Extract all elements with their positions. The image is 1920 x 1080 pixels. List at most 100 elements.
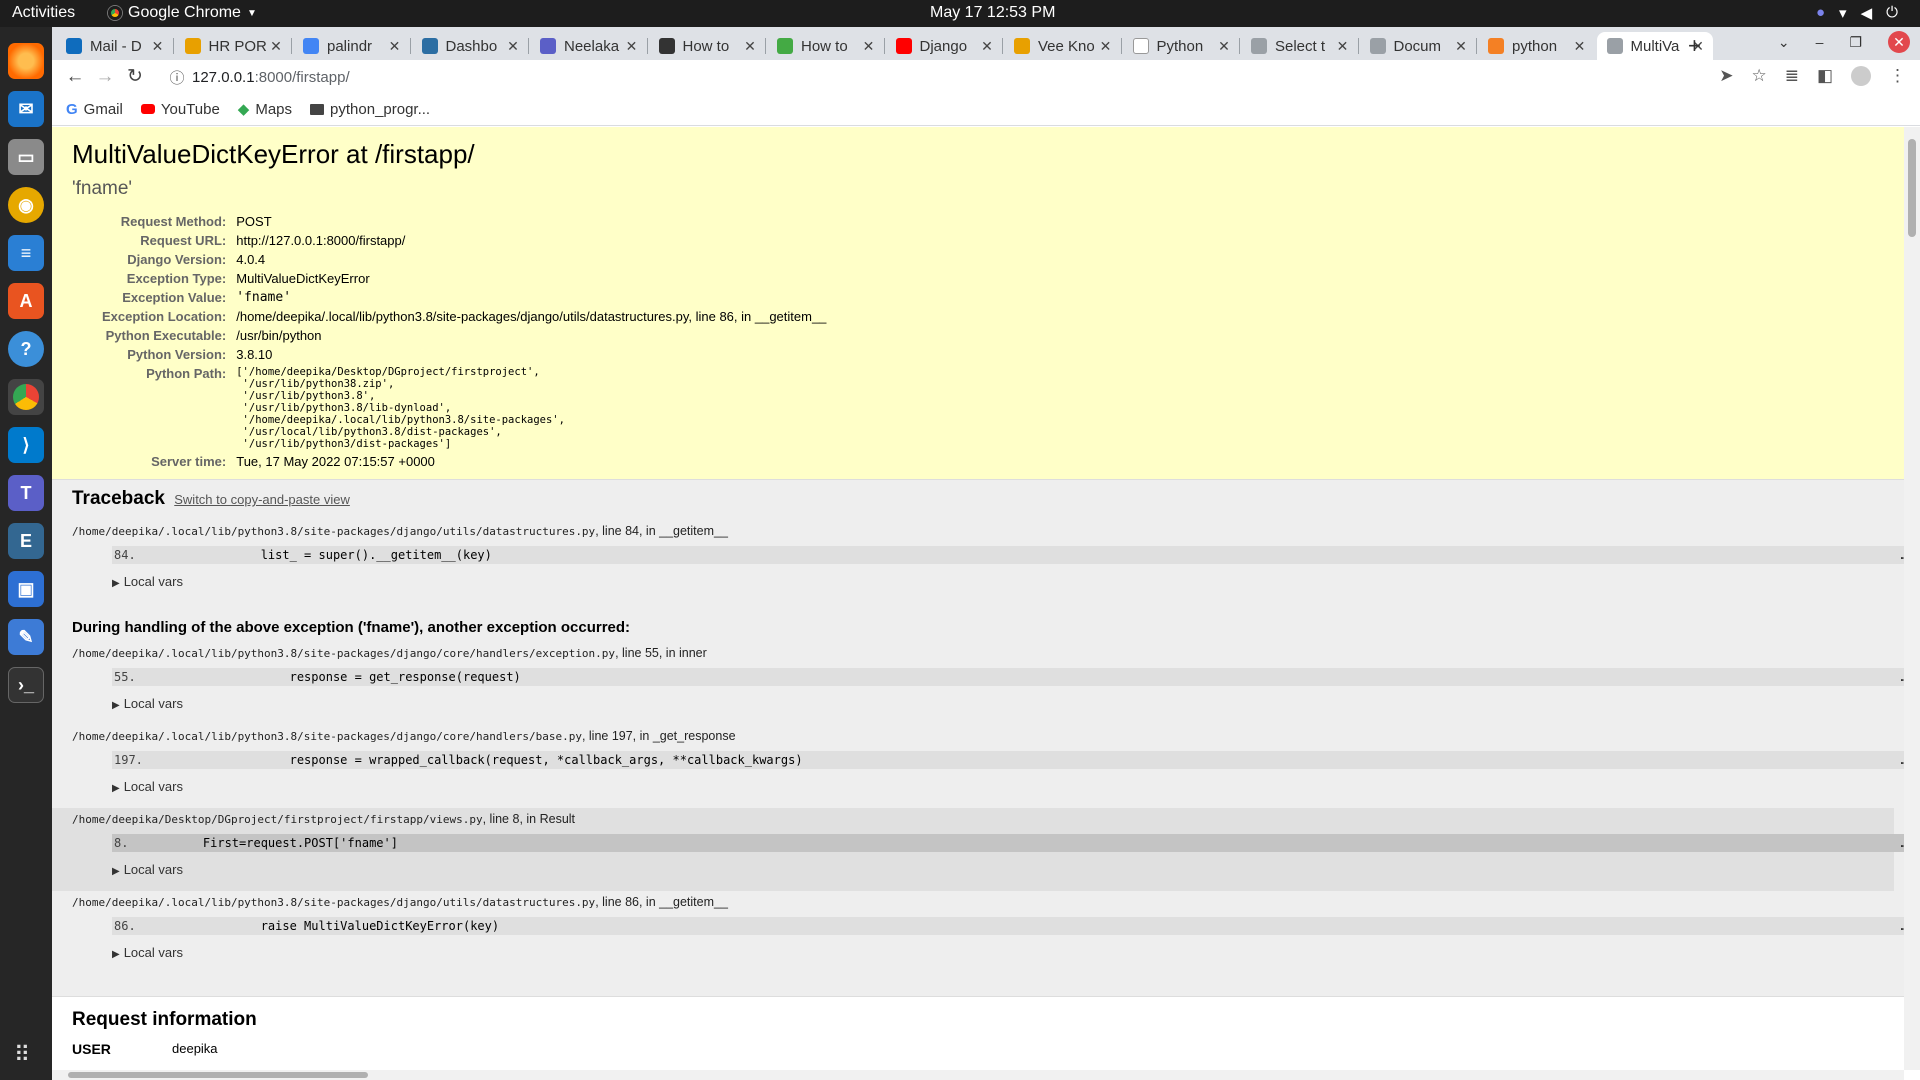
bookmark-gmail[interactable]: G Gmail xyxy=(66,101,123,118)
clock[interactable]: May 17 12:53 PM xyxy=(930,4,1055,22)
media-icon[interactable]: ≣ xyxy=(1785,66,1799,86)
site-info-icon[interactable]: ⓘ xyxy=(162,67,192,88)
bookmark-star-icon[interactable]: ☆ xyxy=(1751,66,1766,86)
bookmark-maps[interactable]: ◆ Maps xyxy=(238,100,292,119)
teams-icon[interactable]: T xyxy=(8,475,44,511)
bookmark-folder-python[interactable]: python_progr... xyxy=(310,101,430,118)
local-vars-toggle[interactable]: ▶ Local vars xyxy=(112,696,1884,711)
context-line[interactable]: 55. response = get_response(request)… xyxy=(112,668,1904,686)
send-icon[interactable]: ➤ xyxy=(1719,66,1733,86)
bookmark-youtube[interactable]: YouTube xyxy=(140,101,220,118)
meta-value: MultiValueDictKeyError xyxy=(236,271,370,286)
local-vars-label: Local vars xyxy=(123,779,183,794)
close-tab-icon[interactable]: ✕ xyxy=(741,38,759,55)
tab[interactable]: How to ✕ xyxy=(767,32,884,60)
traceback-frame: /home/deepika/.local/lib/python3.8/site-… xyxy=(72,891,1904,974)
tab[interactable]: How to ✕ xyxy=(649,32,766,60)
howto-icon xyxy=(777,38,793,54)
tab[interactable]: Neelaka ✕ xyxy=(530,32,647,60)
text-editor-icon[interactable]: ✎ xyxy=(8,619,44,655)
help-icon[interactable]: ? xyxy=(8,331,44,367)
close-tab-icon[interactable]: ✕ xyxy=(1334,38,1352,55)
restore-button[interactable]: ❐ xyxy=(1849,34,1862,51)
scroll-thumb[interactable] xyxy=(68,1072,368,1078)
software-icon[interactable]: A xyxy=(8,283,44,319)
close-tab-icon[interactable]: ✕ xyxy=(860,38,878,55)
expand-context-icon[interactable]: … xyxy=(1892,668,1904,686)
back-button[interactable]: ← xyxy=(60,66,90,88)
google-icon xyxy=(303,38,319,54)
close-tab-icon[interactable]: ✕ xyxy=(504,38,522,55)
system-tray[interactable]: ● ▾ ◀ ⏻ xyxy=(1816,4,1898,22)
rhythmbox-icon[interactable]: ◉ xyxy=(8,187,44,223)
meta-row: Django Version: 4.0.4 xyxy=(102,250,826,269)
thunderbird-icon[interactable]: ✉ xyxy=(8,91,44,127)
close-tab-icon[interactable]: ✕ xyxy=(386,38,404,55)
context-line[interactable]: 84. list_ = super().__getitem__(key)… xyxy=(112,546,1904,564)
chrome-dock-icon[interactable] xyxy=(8,379,44,415)
tab[interactable]: HR POR ✕ xyxy=(175,32,292,60)
url-host: 127.0.0.1 xyxy=(192,68,255,86)
tab[interactable]: Mail - D ✕ xyxy=(56,32,173,60)
close-tab-icon[interactable]: ✕ xyxy=(1097,38,1115,55)
tab[interactable]: Django ✕ xyxy=(886,32,1003,60)
close-window-button[interactable]: ✕ xyxy=(1888,31,1910,53)
tab[interactable]: Dashbo ✕ xyxy=(412,32,529,60)
horizontal-scrollbar[interactable] xyxy=(52,1070,1904,1080)
context-line[interactable]: 8. First=request.POST['fname']… xyxy=(112,834,1904,852)
frame-where: , line 197, in _get_response xyxy=(581,729,736,743)
frame-file: /home/deepika/.local/lib/python3.8/site-… xyxy=(72,730,582,743)
request-info-title: Request information xyxy=(72,1009,257,1030)
switch-view-link[interactable]: Switch to copy-and-paste view xyxy=(174,492,350,507)
local-vars-label: Local vars xyxy=(123,574,183,589)
minimize-button[interactable]: – xyxy=(1816,34,1824,50)
meta-row: Exception Location: /home/deepika/.local/… xyxy=(102,307,826,326)
expand-context-icon[interactable]: … xyxy=(1892,751,1904,769)
local-vars-toggle[interactable]: ▶ Local vars xyxy=(112,862,1874,877)
remote-desktop-icon[interactable]: ▣ xyxy=(8,571,44,607)
tab[interactable]: Vee Kno ✕ xyxy=(1004,32,1121,60)
close-tab-icon[interactable]: ✕ xyxy=(1215,38,1233,55)
show-apps-icon[interactable]: ⠿ xyxy=(14,1042,38,1067)
context-line[interactable]: 86. raise MultiValueDictKeyError(key)… xyxy=(112,917,1904,935)
tab[interactable]: Python ✕ xyxy=(1123,32,1240,60)
reload-button[interactable]: ↻ xyxy=(120,65,150,88)
app-menu[interactable]: Google Chrome ▼ xyxy=(108,4,257,22)
close-tab-icon[interactable]: ✕ xyxy=(149,38,167,55)
writer-icon[interactable]: ≡ xyxy=(8,235,44,271)
forward-button[interactable]: → xyxy=(90,66,120,88)
local-vars-toggle[interactable]: ▶ Local vars xyxy=(112,945,1884,960)
local-vars-toggle[interactable]: ▶ Local vars xyxy=(112,574,1884,589)
tab-search-icon[interactable]: ⌄ xyxy=(1778,34,1790,51)
close-tab-icon[interactable]: ✕ xyxy=(623,38,641,55)
request-meta-table: Request Method: POST Request URL: http://12… xyxy=(102,212,826,471)
scroll-thumb[interactable] xyxy=(1908,139,1916,237)
tab[interactable]: Docum ✕ xyxy=(1360,32,1477,60)
close-tab-icon[interactable]: ✕ xyxy=(978,38,996,55)
tab[interactable]: python ✕ xyxy=(1478,32,1595,60)
vertical-scrollbar[interactable] xyxy=(1904,127,1920,1070)
pgadmin-icon[interactable]: E xyxy=(8,523,44,559)
new-tab-button[interactable]: + xyxy=(1688,33,1701,59)
vscode-icon[interactable]: ⟩ xyxy=(8,427,44,463)
activities-button[interactable]: Activities xyxy=(12,4,75,22)
local-vars-label: Local vars xyxy=(123,862,183,877)
menu-icon[interactable]: ⋮ xyxy=(1889,66,1906,86)
expand-context-icon[interactable]: … xyxy=(1892,834,1904,852)
files-icon[interactable]: ▭ xyxy=(8,139,44,175)
address-bar[interactable]: ⓘ 127.0.0.1:8000/firstapp/ xyxy=(162,63,1822,91)
tab[interactable]: Select t ✕ xyxy=(1241,32,1358,60)
close-tab-icon[interactable]: ✕ xyxy=(1571,38,1589,55)
side-panel-icon[interactable]: ◧ xyxy=(1817,66,1833,86)
tab[interactable]: palindr ✕ xyxy=(293,32,410,60)
firefox-icon[interactable] xyxy=(8,43,44,79)
expand-context-icon[interactable]: … xyxy=(1892,546,1904,564)
profile-avatar[interactable] xyxy=(1851,66,1871,86)
traceback-frame: /home/deepika/.local/lib/python3.8/site-… xyxy=(72,642,1904,725)
close-tab-icon[interactable]: ✕ xyxy=(267,38,285,55)
local-vars-toggle[interactable]: ▶ Local vars xyxy=(112,779,1884,794)
expand-context-icon[interactable]: … xyxy=(1892,917,1904,935)
terminal-icon[interactable]: ›_ xyxy=(8,667,44,703)
context-line[interactable]: 197. response = wrapped_callback(request… xyxy=(112,751,1904,769)
close-tab-icon[interactable]: ✕ xyxy=(1452,38,1470,55)
